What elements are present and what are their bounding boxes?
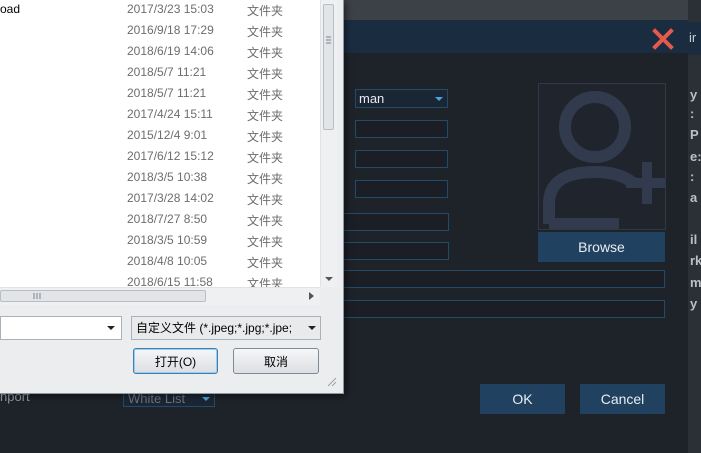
file-date: 2018/3/5 10:59 [127, 233, 208, 247]
list-item[interactable]: 2018/4/8 10:05 文件夹 [0, 252, 320, 273]
list-item[interactable]: 2018/6/19 14:06 文件夹 [0, 42, 320, 63]
file-type: 文件夹 [247, 46, 284, 60]
open-file-dialog: oad 2017/3/23 15:03 文件夹 2016/9/18 17:29 文件夹… [0, 0, 344, 394]
file-type: 文件夹 [247, 130, 284, 144]
file-type-select[interactable]: 自定义文件 (*.jpeg;*.jpg;*.jpe; [131, 316, 321, 340]
list-item[interactable]: 2018/6/15 11:58 文件夹 [0, 273, 320, 287]
resize-grip-icon[interactable] [326, 376, 338, 388]
vertical-scrollbar[interactable] [320, 0, 337, 287]
background-window-edge: ir y : P e: : a il rk m y [688, 0, 701, 453]
file-date: 2018/6/19 14:06 [127, 44, 214, 58]
list-item[interactable]: 2015/12/4 9:01 文件夹 [0, 126, 320, 147]
chevron-down-icon [308, 326, 316, 330]
text-field-4[interactable] [340, 213, 449, 231]
file-date: 2018/6/15 11:58 [127, 275, 213, 287]
edge-text: : [690, 169, 695, 184]
edge-text: rk [690, 253, 701, 268]
file-name: oad [0, 2, 21, 16]
horizontal-scrollbar-thumb[interactable] [0, 290, 206, 302]
cancel-button[interactable]: Cancel [580, 384, 665, 414]
edge-text: m [690, 275, 701, 290]
edge-text: P [690, 127, 699, 142]
text-field-7[interactable] [340, 300, 665, 318]
list-item[interactable]: 2017/6/12 15:12 文件夹 [0, 147, 320, 168]
grip-icon [33, 293, 41, 299]
file-date: 2017/6/12 15:12 [127, 149, 214, 163]
file-type: 文件夹 [247, 109, 284, 123]
list-item[interactable]: 2018/5/7 11:21 文件夹 [0, 84, 320, 105]
grip-icon [326, 36, 331, 44]
file-type: 文件夹 [247, 88, 284, 102]
list-item[interactable]: 2016/9/18 17:29 文件夹 [0, 21, 320, 42]
file-type: 文件夹 [247, 4, 284, 18]
file-date: 2018/5/7 11:21 [127, 65, 207, 79]
file-date: 2018/3/5 10:38 [127, 170, 208, 184]
text-field-2[interactable] [355, 150, 448, 168]
file-list[interactable]: oad 2017/3/23 15:03 文件夹 2016/9/18 17:29 文件夹… [0, 0, 321, 287]
file-type: 文件夹 [247, 151, 284, 165]
list-item[interactable]: 2018/3/5 10:38 文件夹 [0, 168, 320, 189]
edge-text: ir [689, 30, 697, 45]
edge-text: e: [690, 149, 701, 164]
browse-button[interactable]: Browse [538, 232, 665, 262]
scroll-down-arrow-icon[interactable] [321, 274, 337, 284]
file-date: 2017/3/23 15:03 [127, 2, 214, 16]
file-date: 2018/5/7 11:21 [127, 86, 207, 100]
file-type: 文件夹 [247, 67, 284, 81]
text-field-6[interactable] [340, 270, 665, 288]
horizontal-scrollbar[interactable] [0, 287, 320, 305]
file-date: 2017/4/24 15:11 [127, 107, 213, 121]
list-item[interactable]: oad 2017/3/23 15:03 文件夹 [0, 0, 320, 21]
chevron-down-icon [202, 397, 210, 401]
edge-text: il [690, 232, 698, 247]
list-item[interactable]: 2017/3/28 14:02 文件夹 [0, 189, 320, 210]
edge-text: : [690, 106, 695, 121]
chevron-down-icon[interactable] [105, 317, 117, 339]
file-date: 2018/4/8 10:05 [127, 254, 208, 268]
edge-text: a [690, 190, 698, 205]
scroll-right-arrow-icon[interactable] [306, 288, 318, 304]
file-type: 文件夹 [247, 172, 284, 186]
file-type: 文件夹 [247, 214, 284, 228]
file-type: 文件夹 [247, 256, 284, 270]
text-field-5[interactable] [340, 242, 449, 260]
list-item[interactable]: 2018/5/7 11:21 文件夹 [0, 63, 320, 84]
file-name-input[interactable] [0, 316, 122, 340]
ok-button[interactable]: OK [480, 384, 565, 414]
edge-text: y [690, 87, 698, 102]
list-item[interactable]: 2017/4/24 15:11 文件夹 [0, 105, 320, 126]
file-date: 2016/9/18 17:29 [127, 23, 214, 37]
file-date: 2018/7/27 8:50 [127, 212, 208, 226]
list-item[interactable]: 2018/3/5 10:59 文件夹 [0, 231, 320, 252]
text-field-1[interactable] [355, 120, 448, 138]
file-date: 2015/12/4 9:01 [127, 128, 208, 142]
close-icon[interactable] [652, 28, 674, 50]
photo-placeholder [538, 83, 666, 230]
file-type: 文件夹 [247, 277, 284, 287]
edge-text: y [690, 296, 698, 311]
file-date: 2017/3/28 14:02 [127, 191, 214, 205]
dialog-cancel-button[interactable]: 取消 [233, 348, 319, 374]
file-type: 文件夹 [247, 235, 284, 249]
background-window-titlebar: ir [688, 22, 701, 55]
gender-select[interactable]: man [355, 89, 448, 108]
add-user-icon [543, 91, 665, 229]
text-field-3[interactable] [355, 180, 448, 198]
file-type: 文件夹 [247, 193, 284, 207]
chevron-down-icon [435, 97, 443, 101]
file-type-arrow-box [304, 317, 320, 339]
open-button[interactable]: 打开(O) [133, 348, 218, 374]
list-item[interactable]: 2018/7/27 8:50 文件夹 [0, 210, 320, 231]
file-type: 文件夹 [247, 25, 284, 39]
vertical-scrollbar-thumb[interactable] [323, 4, 334, 130]
file-type-value: 自定义文件 (*.jpeg;*.jpg;*.jpe; [136, 321, 293, 335]
gender-select-value: man [359, 91, 385, 106]
